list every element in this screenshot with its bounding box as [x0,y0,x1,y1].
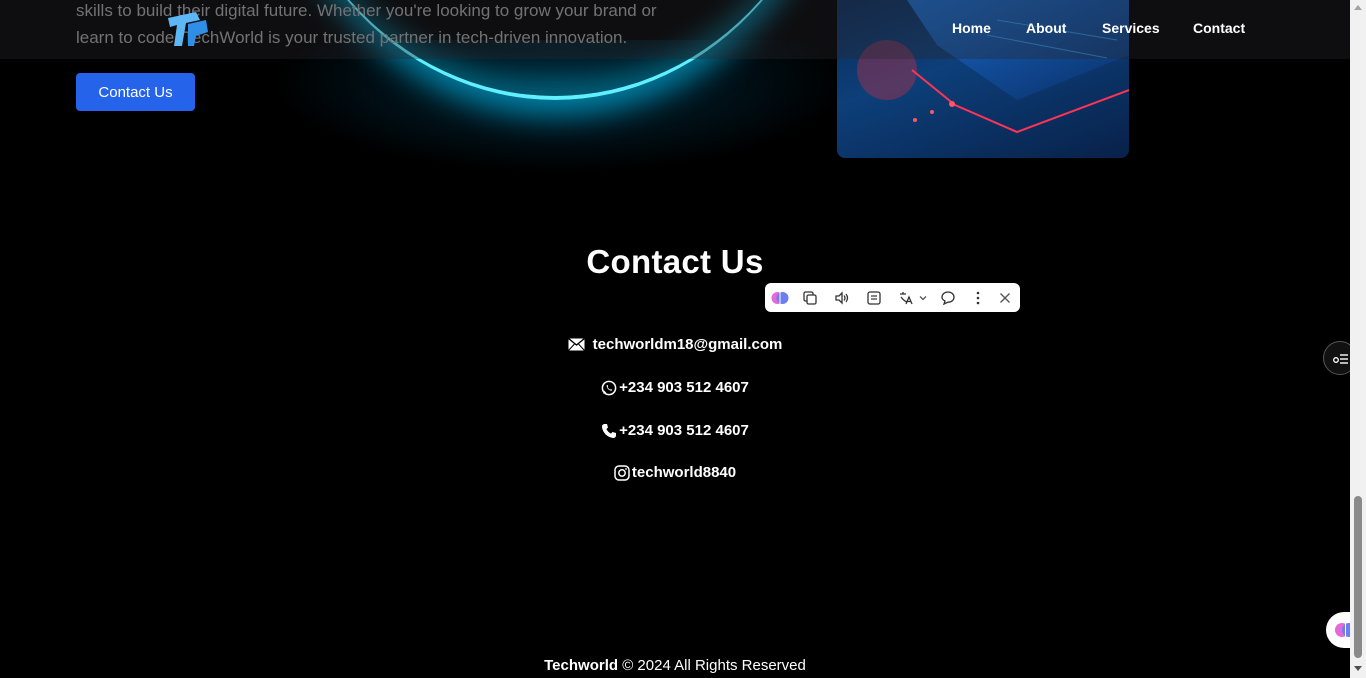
footer-brand: Techworld [544,657,619,674]
comment-icon[interactable] [939,289,957,307]
footer-copyright: © 2024 All Rights Reserved [618,657,806,674]
nav-about[interactable]: About [1026,20,1066,36]
instagram-link[interactable]: techworld8840 [632,464,736,481]
scroll-thumb[interactable] [1354,496,1362,658]
phone-link[interactable]: +234 903 512 4607 [619,422,749,439]
vertical-scrollbar[interactable] [1350,0,1366,678]
phone-icon [602,423,617,438]
copy-icon[interactable] [801,289,819,307]
speaker-icon[interactable] [833,289,851,307]
contact-instagram-row: techworld8840 [0,464,1350,485]
contact-email-row: techworldm18@gmail.com [0,336,1350,356]
instagram-icon [614,464,630,481]
footer: Techworld © 2024 All Rights Reserved [0,657,1350,674]
chevron-down-icon[interactable] [917,289,929,307]
contact-whatsapp-row: +234 903 512 4607 [0,379,1350,400]
scroll-up-arrow-icon[interactable] [1354,5,1362,10]
contact-us-button[interactable]: Contact Us [76,73,195,111]
envelope-icon [567,337,585,351]
nav-services[interactable]: Services [1102,20,1160,36]
scroll-down-arrow-icon[interactable] [1354,666,1362,671]
translate-icon[interactable] [897,289,915,307]
floating-ai-toolbar [765,283,1020,312]
brain-icon[interactable] [771,289,789,307]
contact-phone-row: +234 903 512 4607 [0,422,1350,443]
notes-icon[interactable] [865,289,883,307]
whatsapp-link[interactable]: +234 903 512 4607 [619,379,749,396]
close-icon[interactable] [996,289,1014,307]
techworld-logo-icon[interactable] [166,10,210,48]
more-icon[interactable] [969,289,987,307]
email-link[interactable]: techworldm18@gmail.com [593,336,783,353]
contact-title: Contact Us [586,243,764,280]
whatsapp-icon [601,380,617,395]
top-navbar: Home About Services Contact [0,0,1350,59]
nav-contact[interactable]: Contact [1193,20,1245,36]
nav-home[interactable]: Home [952,20,991,36]
